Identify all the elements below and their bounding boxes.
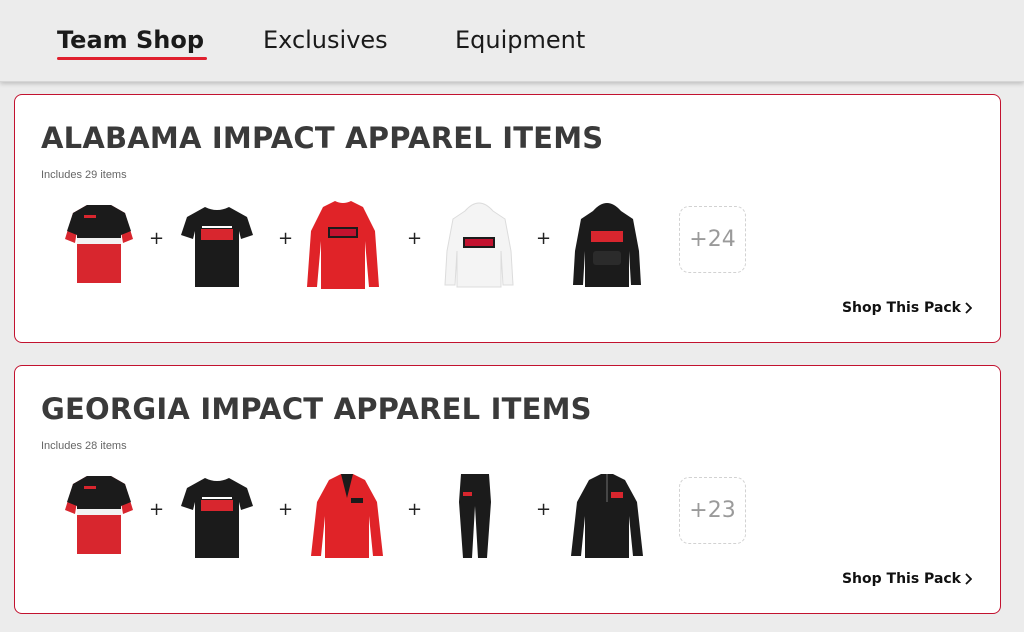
chevron-right-icon (965, 573, 972, 585)
black-quarter-zip-icon (567, 462, 647, 566)
red-black-jersey-icon (59, 462, 139, 566)
pack-card-georgia[interactable]: GEORGIA IMPACT APPAREL ITEMS Includes 28… (14, 365, 1001, 614)
white-hoodie-icon (439, 191, 519, 295)
shop-link-label: Shop This Pack (841, 571, 961, 587)
shop-this-pack-link[interactable]: Shop This Pack (842, 571, 972, 587)
pack-title: ALABAMA IMPACT APPAREL ITEMS (41, 121, 604, 155)
pack-item-count: Includes 29 items (41, 169, 127, 181)
black-hoodie-icon (567, 191, 647, 295)
top-navigation: Team Shop Exclusives Equipment (0, 0, 1024, 82)
black-joggers-icon (435, 462, 515, 566)
plus-icon: + (278, 499, 294, 520)
shop-link-label: Shop This Pack (841, 300, 961, 316)
more-items-badge[interactable]: +23 (679, 477, 746, 544)
more-items-badge[interactable]: +24 (679, 206, 746, 273)
active-tab-indicator (57, 57, 207, 60)
tab-team-shop[interactable]: Team Shop (57, 26, 207, 60)
red-pullover-icon (307, 462, 387, 566)
plus-icon: + (407, 499, 423, 520)
tab-equipment[interactable]: Equipment (455, 26, 585, 54)
red-long-sleeve-icon (303, 191, 383, 295)
pack-item-count: Includes 28 items (41, 440, 127, 452)
black-tshirt-icon (177, 191, 257, 295)
plus-icon: + (536, 228, 552, 249)
plus-icon: + (407, 228, 423, 249)
tab-label: Exclusives (263, 26, 388, 54)
plus-icon: + (536, 499, 552, 520)
tab-label: Equipment (455, 26, 586, 54)
plus-icon: + (149, 499, 165, 520)
tab-label: Team Shop (57, 26, 205, 54)
chevron-right-icon (965, 302, 972, 314)
black-tshirt-icon (177, 462, 257, 566)
shop-this-pack-link[interactable]: Shop This Pack (842, 300, 972, 316)
plus-icon: + (278, 228, 294, 249)
tab-exclusives[interactable]: Exclusives (263, 26, 388, 54)
red-black-jersey-icon (59, 191, 139, 295)
plus-icon: + (149, 228, 165, 249)
pack-title: GEORGIA IMPACT APPAREL ITEMS (41, 392, 592, 426)
pack-card-alabama[interactable]: ALABAMA IMPACT APPAREL ITEMS Includes 29… (14, 94, 1001, 343)
